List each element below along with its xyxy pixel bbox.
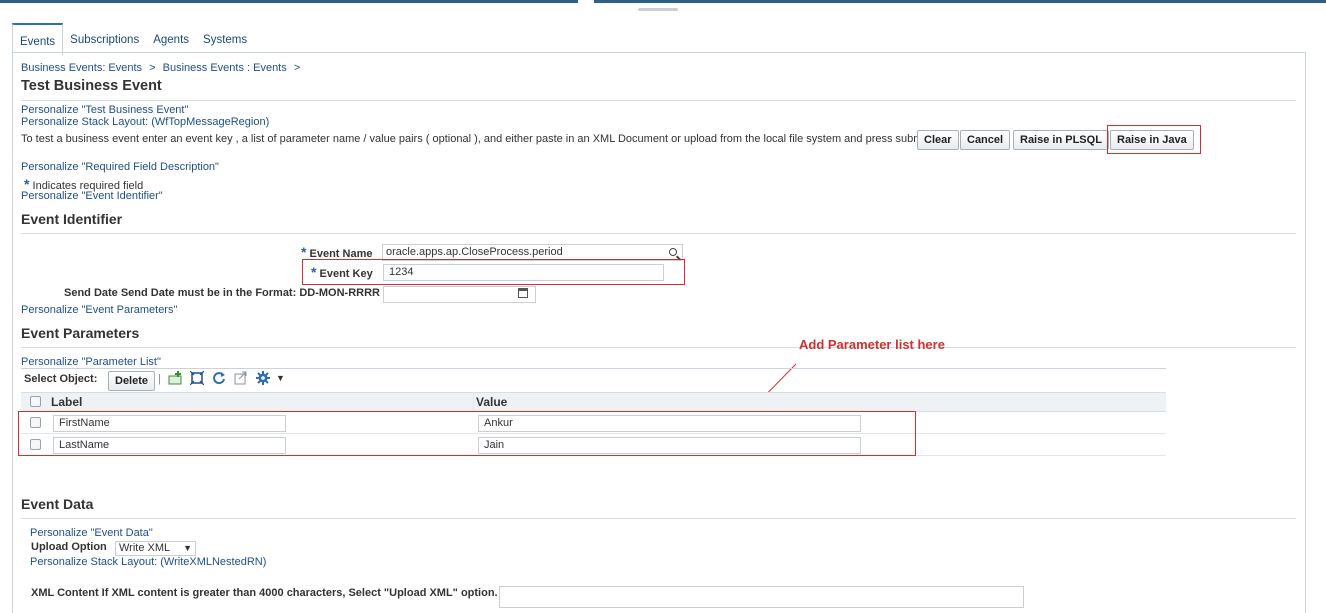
table-header [21, 392, 1166, 412]
breadcrumb-business-events-2[interactable]: Business Events : Events [163, 62, 287, 74]
personalize-event-parameters-link[interactable]: Personalize "Event Parameters" [21, 304, 177, 316]
dropdown-arrow-icon[interactable]: ▼ [276, 373, 285, 383]
personalize-required-field-link[interactable]: Personalize "Required Field Description" [21, 161, 219, 173]
top-bar [0, 0, 1326, 3]
column-header-label: Label [51, 395, 83, 409]
section-event-parameters: Event Parameters [21, 325, 140, 341]
section-event-identifier: Event Identifier [21, 211, 123, 227]
tab-agents[interactable]: Agents [146, 23, 196, 53]
event-parameters-divider [21, 347, 1296, 348]
refresh-icon[interactable] [212, 371, 226, 385]
column-header-value: Value [476, 395, 508, 409]
upload-option-select[interactable]: Write XML ▼ [115, 541, 196, 556]
cancel-button[interactable]: Cancel [960, 130, 1011, 150]
tab-subscriptions[interactable]: Subscriptions [63, 23, 146, 53]
highlight-parameter-list [18, 411, 916, 456]
search-icon[interactable] [669, 248, 677, 256]
add-row-icon[interactable] [168, 371, 182, 385]
chevron-down-icon: ▼ [183, 543, 192, 553]
tab-bar: Events Subscriptions Agents Systems [12, 23, 254, 56]
required-star-icon: * [301, 244, 307, 260]
upload-option-label: Upload Option [31, 541, 107, 553]
instruction-text: To test a business event enter an event … [21, 133, 932, 145]
send-date-input[interactable] [383, 286, 536, 303]
breadcrumb-business-events[interactable]: Business Events: Events [21, 62, 142, 74]
highlight-event-key [302, 259, 685, 285]
personalize-stack-layout-nested-link[interactable]: Personalize Stack Layout: (WriteXMLNeste… [30, 556, 266, 568]
delete-button[interactable]: Delete [108, 371, 156, 391]
breadcrumb-separator: > [293, 62, 301, 74]
upload-option-value: Write XML [119, 542, 171, 554]
breadcrumb-separator: > [149, 62, 156, 74]
annotation-text: Add Parameter list here [799, 337, 945, 352]
select-object-label: Select Object: [24, 373, 98, 385]
send-date-label: Send Date Send Date must be in the Forma… [64, 287, 380, 299]
toolbar-separator: | [158, 373, 161, 385]
tab-systems[interactable]: Systems [196, 23, 254, 53]
page-title: Test Business Event [21, 78, 162, 94]
personalize-event-identifier-link[interactable]: Personalize "Event Identifier" [21, 190, 163, 202]
event-identifier-divider [21, 233, 1296, 234]
section-event-data: Event Data [21, 496, 94, 512]
export-icon[interactable] [234, 371, 248, 385]
settings-gear-icon[interactable] [256, 371, 270, 385]
personalize-parameter-list-link[interactable]: Personalize "Parameter List" [21, 356, 161, 368]
detach-icon[interactable] [190, 371, 204, 385]
drag-handle[interactable] [638, 8, 678, 11]
calendar-icon[interactable] [518, 288, 528, 298]
select-all-checkbox[interactable] [30, 396, 41, 407]
event-name-label: * Event Name [301, 244, 373, 260]
personalize-test-event-link[interactable]: Personalize "Test Business Event" [21, 104, 188, 116]
breadcrumb: Business Events: Events > Business Event… [21, 62, 300, 74]
raise-in-plsql-button[interactable]: Raise in PLSQL [1013, 130, 1109, 150]
top-notch [578, 0, 594, 6]
table-top-border [21, 368, 1166, 369]
event-data-divider [21, 518, 1296, 519]
personalize-stack-layout-link[interactable]: Personalize Stack Layout: (WfTopMessageR… [21, 116, 269, 128]
personalize-event-data-link[interactable]: Personalize "Event Data" [30, 527, 153, 539]
page: Events Subscriptions Agents Systems Busi… [0, 0, 1326, 613]
clear-button[interactable]: Clear [917, 130, 959, 150]
xml-content-label: XML Content If XML content is greater th… [31, 587, 498, 599]
highlight-raise-java [1107, 125, 1201, 154]
xml-content-textarea[interactable] [499, 586, 1024, 608]
title-divider [21, 100, 1296, 101]
